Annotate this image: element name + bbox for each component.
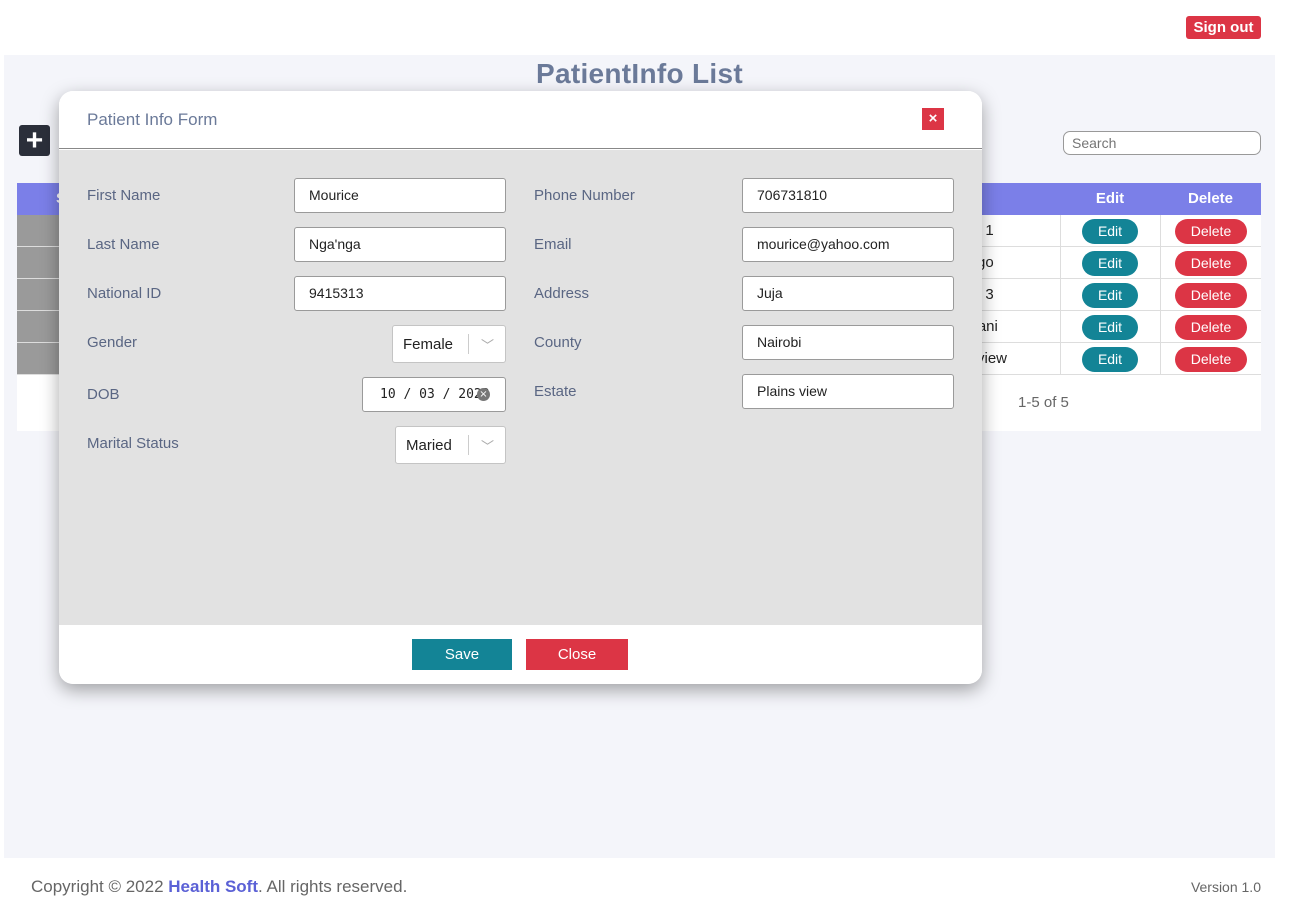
email-label: Email [534, 236, 572, 253]
first-name-label: First Name [87, 187, 161, 204]
county-field[interactable]: Nairobi [742, 325, 954, 360]
national-id-label: National ID [87, 285, 162, 302]
copyright-text: Copyright © 2022 Health Soft. All rights… [31, 877, 407, 897]
gender-value: Female [403, 336, 454, 353]
delete-button[interactable]: Delete [1175, 347, 1247, 372]
plus-icon: + [25, 124, 44, 157]
save-button[interactable]: Save [412, 639, 512, 670]
last-name-label: Last Name [87, 236, 160, 253]
column-divider [1160, 311, 1161, 343]
delete-button[interactable]: Delete [1175, 251, 1247, 276]
chevron-down-icon: ﹀ [481, 338, 495, 353]
footer: Copyright © 2022 Health Soft. All rights… [0, 858, 1290, 914]
modal-title: Patient Info Form [87, 110, 218, 129]
patient-info-modal: Patient Info Form × First Name Mourice L… [59, 91, 982, 684]
delete-button[interactable]: Delete [1175, 315, 1247, 340]
edit-button[interactable]: Edit [1082, 347, 1138, 372]
column-divider [1060, 279, 1061, 311]
estate-field[interactable]: Plains view [742, 374, 954, 409]
column-divider [1060, 343, 1061, 375]
column-header-edit: Edit [1095, 190, 1125, 207]
modal-header: Patient Info Form × [59, 91, 982, 149]
pagination-info: 1-5 of 5 [1018, 394, 1069, 411]
copyright-suffix: . All rights reserved. [258, 877, 408, 896]
version-label: Version 1.0 [1190, 879, 1261, 895]
marital-status-value: Maried [406, 437, 452, 454]
phone-field[interactable]: 706731810 [742, 178, 954, 213]
column-divider [1060, 215, 1061, 247]
edit-button[interactable]: Edit [1082, 315, 1138, 340]
modal-close-button[interactable]: × [922, 108, 944, 130]
column-divider [1060, 311, 1061, 343]
edit-button[interactable]: Edit [1082, 283, 1138, 308]
marital-status-label: Marital Status [87, 435, 179, 452]
column-divider [1160, 343, 1161, 375]
search-input[interactable] [1063, 131, 1261, 155]
column-divider [1160, 215, 1161, 247]
add-patient-button[interactable]: + [19, 125, 50, 156]
last-name-field[interactable]: Nga'nga [294, 227, 506, 262]
edit-button[interactable]: Edit [1082, 219, 1138, 244]
delete-button[interactable]: Delete [1175, 219, 1247, 244]
column-divider [1160, 247, 1161, 279]
clear-date-icon[interactable]: × [477, 388, 490, 401]
county-label: County [534, 334, 582, 351]
estate-label: Estate [534, 383, 577, 400]
address-field[interactable]: Juja [742, 276, 954, 311]
select-separator [468, 435, 469, 455]
email-field[interactable]: mourice@yahoo.com [742, 227, 954, 262]
dob-value: 10 / 03 / 2022 [380, 387, 490, 402]
close-icon: × [928, 110, 938, 127]
modal-footer: Save Close [59, 625, 982, 684]
chevron-down-icon: ﹀ [481, 439, 495, 454]
top-bar: Sign out [0, 0, 1290, 55]
dob-date-input[interactable]: 10 / 03 / 2022 × [362, 377, 506, 412]
column-header-delete: Delete [1187, 190, 1234, 207]
modal-body: First Name Mourice Last Name Nga'nga Nat… [59, 150, 982, 625]
copyright-prefix: Copyright © 2022 [31, 877, 169, 896]
national-id-field[interactable]: 9415313 [294, 276, 506, 311]
dob-label: DOB [87, 386, 120, 403]
page-title: PatientInfo List [535, 58, 744, 89]
gender-label: Gender [87, 334, 138, 351]
marital-status-select[interactable]: Maried ﹀ [395, 426, 506, 464]
column-divider [1060, 247, 1061, 279]
delete-button[interactable]: Delete [1175, 283, 1247, 308]
phone-label: Phone Number [534, 187, 635, 204]
close-button[interactable]: Close [526, 639, 628, 670]
column-divider [1160, 279, 1161, 311]
address-label: Address [534, 285, 590, 302]
select-separator [468, 334, 469, 354]
first-name-field[interactable]: Mourice [294, 178, 506, 213]
edit-button[interactable]: Edit [1082, 251, 1138, 276]
sign-out-button[interactable]: Sign out [1186, 16, 1261, 39]
gender-select[interactable]: Female ﹀ [392, 325, 506, 363]
brand-link[interactable]: Health Soft [168, 877, 258, 896]
